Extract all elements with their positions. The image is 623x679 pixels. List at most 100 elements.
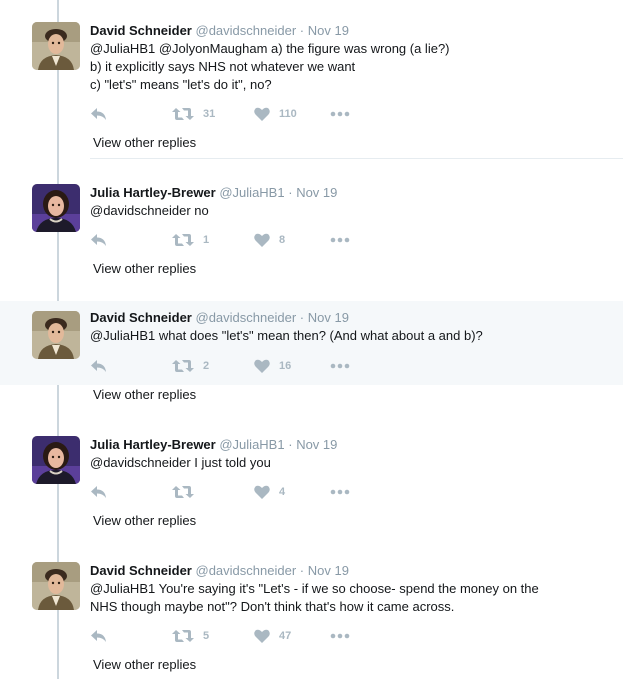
tweet-date[interactable]: Nov 19	[296, 185, 337, 200]
avatar-david-schneider-icon	[32, 311, 80, 359]
reply-button[interactable]	[90, 356, 108, 376]
view-other-replies-link[interactable]: View other replies	[93, 512, 196, 530]
tweet-date[interactable]: Nov 19	[308, 563, 349, 578]
more-options-button[interactable]	[330, 626, 350, 646]
more-dots-icon	[330, 633, 350, 639]
heart-icon	[254, 629, 270, 643]
retweet-button[interactable]: 2	[172, 356, 209, 376]
retweet-button[interactable]: 1	[172, 230, 209, 250]
retweet-icon	[172, 234, 194, 246]
tweet-header: David Schneider @davidschneider · Nov 19	[90, 309, 349, 327]
retweet-count: 31	[203, 108, 216, 120]
like-button[interactable]: 47	[254, 626, 291, 646]
more-options-button[interactable]	[330, 230, 350, 250]
tweet-text-line: @JuliaHB1 @JolyonMaugham a) the figure w…	[90, 41, 450, 56]
like-button[interactable]: 16	[254, 356, 291, 376]
reply-icon	[91, 630, 106, 642]
tweet-text-line: @JuliaHB1 You're saying it's "Let's - if…	[90, 581, 539, 596]
author-name[interactable]: David Schneider	[90, 310, 192, 325]
author-handle[interactable]: @davidschneider	[196, 310, 297, 325]
retweet-button[interactable]: 31	[172, 104, 215, 124]
divider	[90, 158, 623, 159]
reply-icon	[91, 108, 106, 120]
more-options-button[interactable]	[330, 104, 350, 124]
reply-button[interactable]	[90, 104, 108, 124]
view-other-replies-link[interactable]: View other replies	[93, 386, 196, 404]
like-count: 16	[279, 360, 292, 372]
retweet-icon	[172, 630, 194, 642]
more-options-button[interactable]	[330, 482, 350, 502]
retweet-icon	[172, 486, 194, 498]
tweet-text-line: @JuliaHB1 what does "let's" mean then? (…	[90, 328, 483, 343]
heart-icon	[254, 485, 270, 499]
author-handle[interactable]: @davidschneider	[196, 23, 297, 38]
author-name[interactable]: David Schneider	[90, 563, 192, 578]
more-options-button[interactable]	[330, 356, 350, 376]
heart-icon	[254, 233, 270, 247]
separator-dot: ·	[299, 310, 305, 325]
avatar-julia-hartley-brewer-icon	[32, 184, 80, 232]
retweet-count: 5	[203, 630, 210, 642]
tweet-text-line: NHS though maybe not"? Don't think that'…	[90, 599, 455, 614]
tweet-text-line: @davidschneider no	[90, 203, 209, 218]
separator-dot: ·	[288, 437, 293, 452]
avatar-david-schneider-icon	[32, 22, 80, 70]
tweet-text: @davidschneider no	[90, 202, 600, 220]
tweet-header: Julia Hartley-Brewer @JuliaHB1 · Nov 19	[90, 184, 337, 202]
heart-icon	[254, 107, 270, 121]
author-handle[interactable]: @JuliaHB1	[219, 437, 284, 452]
reply-button[interactable]	[90, 626, 108, 646]
reply-icon	[91, 486, 106, 498]
reply-icon	[91, 234, 106, 246]
more-dots-icon	[330, 111, 350, 117]
heart-icon	[254, 359, 270, 373]
tweet-text-line: @davidschneider I just told you	[90, 455, 271, 470]
tweet-text: @JuliaHB1 what does "let's" mean then? (…	[90, 327, 600, 345]
tweet-date[interactable]: Nov 19	[308, 23, 349, 38]
retweet-button[interactable]	[172, 482, 203, 502]
like-count: 110	[279, 108, 297, 120]
author-handle[interactable]: @davidschneider	[196, 563, 297, 578]
more-dots-icon	[330, 363, 350, 369]
tweet-header: David Schneider @davidschneider · Nov 19	[90, 562, 349, 580]
avatar[interactable]	[32, 184, 80, 232]
more-dots-icon	[330, 237, 350, 243]
tweet-date[interactable]: Nov 19	[296, 437, 337, 452]
tweet-date[interactable]: Nov 19	[308, 310, 349, 325]
like-button[interactable]: 110	[254, 104, 297, 124]
author-handle[interactable]: @JuliaHB1	[219, 185, 284, 200]
retweet-icon	[172, 108, 194, 120]
tweet-text-line: b) it explicitly says NHS not whatever w…	[90, 59, 356, 74]
more-dots-icon	[330, 489, 350, 495]
reply-button[interactable]	[90, 482, 108, 502]
retweet-button[interactable]: 5	[172, 626, 209, 646]
author-name[interactable]: Julia Hartley-Brewer	[90, 437, 216, 452]
like-button[interactable]: 8	[254, 230, 285, 250]
tweet-header: David Schneider @davidschneider · Nov 19	[90, 22, 349, 40]
author-name[interactable]: Julia Hartley-Brewer	[90, 185, 216, 200]
like-count: 4	[279, 486, 286, 498]
view-other-replies-link[interactable]: View other replies	[93, 134, 196, 152]
tweet-text-line: c) "let's" means "let's do it", no?	[90, 77, 272, 92]
avatar[interactable]	[32, 22, 80, 70]
tweet-text: @davidschneider I just told you	[90, 454, 600, 472]
retweet-count: 1	[203, 234, 210, 246]
retweet-icon	[172, 360, 194, 372]
tweet-text: @JuliaHB1 You're saying it's "Let's - if…	[90, 580, 600, 616]
avatar-david-schneider-icon	[32, 562, 80, 610]
reply-icon	[91, 360, 106, 372]
retweet-count: 2	[203, 360, 210, 372]
tweet-text: @JuliaHB1 @JolyonMaugham a) the figure w…	[90, 40, 600, 94]
view-other-replies-link[interactable]: View other replies	[93, 260, 196, 278]
separator-dot: ·	[299, 23, 305, 38]
tweet-header: Julia Hartley-Brewer @JuliaHB1 · Nov 19	[90, 436, 337, 454]
avatar-julia-hartley-brewer-icon	[32, 436, 80, 484]
avatar[interactable]	[32, 311, 80, 359]
separator-dot: ·	[288, 185, 293, 200]
view-other-replies-link[interactable]: View other replies	[93, 656, 196, 674]
avatar[interactable]	[32, 562, 80, 610]
reply-button[interactable]	[90, 230, 108, 250]
like-button[interactable]: 4	[254, 482, 285, 502]
author-name[interactable]: David Schneider	[90, 23, 192, 38]
avatar[interactable]	[32, 436, 80, 484]
